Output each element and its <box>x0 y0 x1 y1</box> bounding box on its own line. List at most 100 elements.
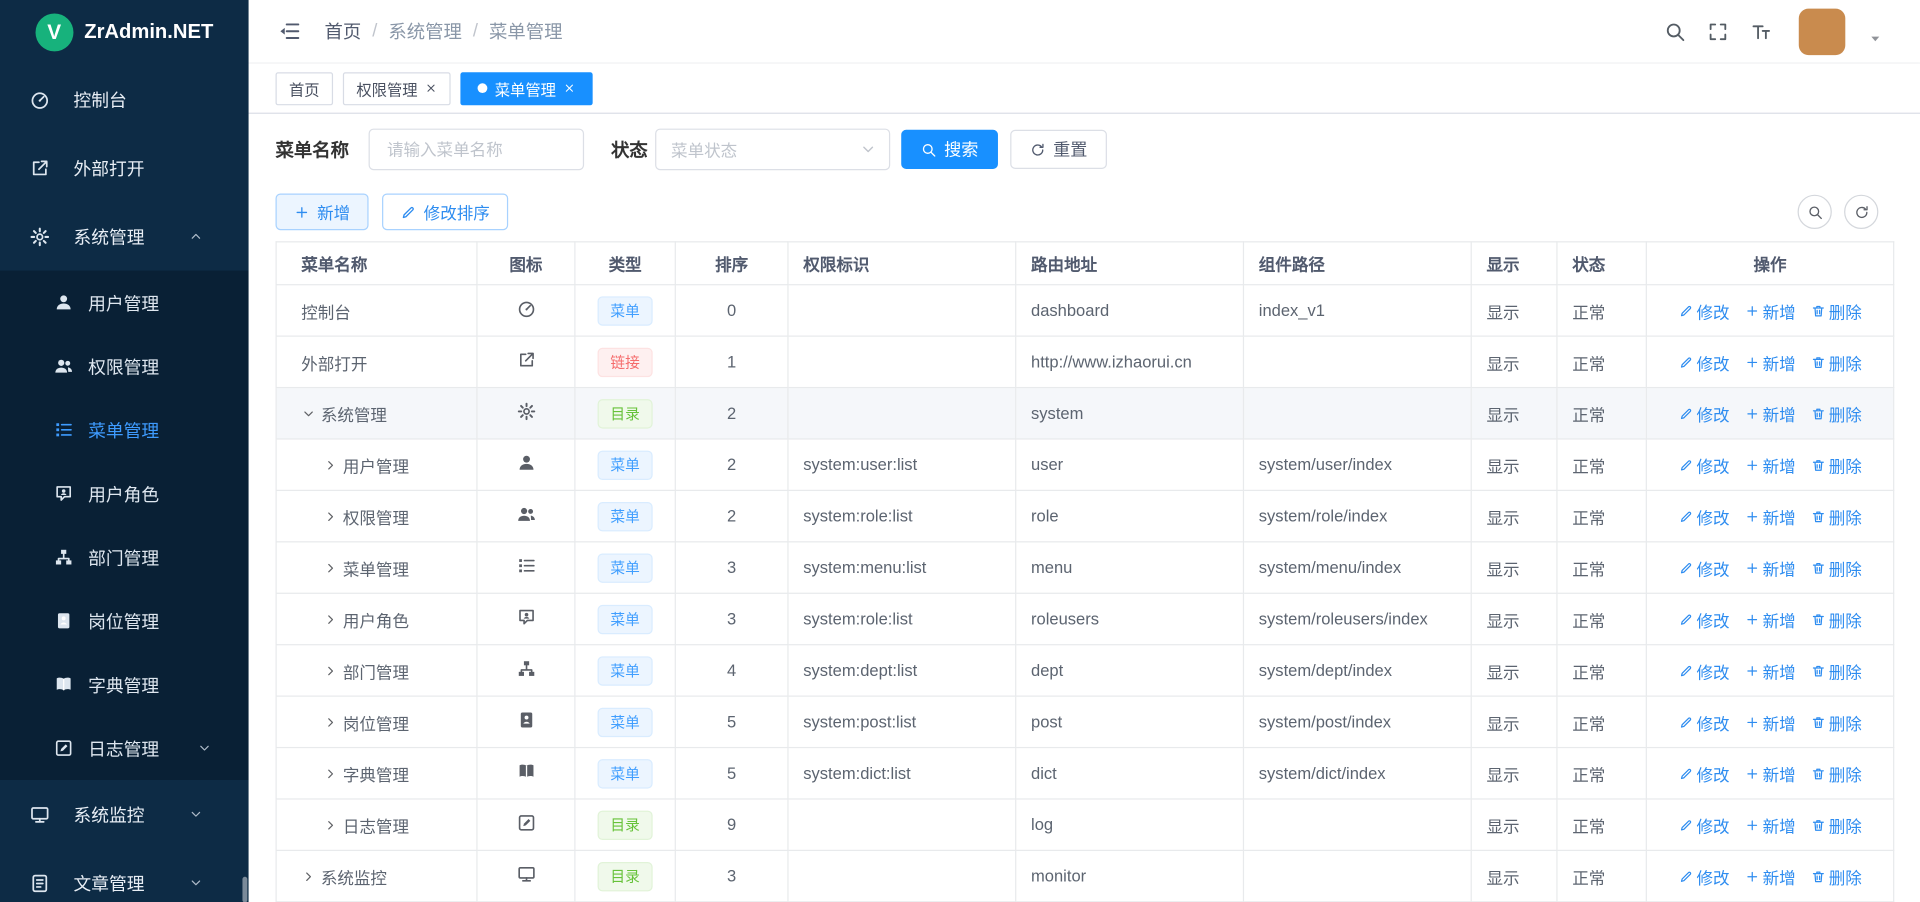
menu-table: 菜单名称图标类型排序权限标识路由地址组件路径显示状态操作 控制台菜单0dashb… <box>276 241 1894 902</box>
header-search-icon[interactable] <box>1664 20 1686 42</box>
add-row-button[interactable]: 新增 <box>1744 607 1795 631</box>
expand-row-icon[interactable] <box>323 663 338 678</box>
delete-row-button[interactable]: 删除 <box>1810 555 1861 579</box>
sidebar-item-dict-management[interactable]: 字典管理 <box>0 653 249 717</box>
expand-row-icon[interactable] <box>323 457 338 472</box>
menu-status: 正常 <box>1557 285 1646 336</box>
breadcrumb-item: 菜单管理 <box>489 18 562 44</box>
expand-row-icon[interactable] <box>323 509 338 524</box>
chevron-up-icon <box>189 229 204 244</box>
add-row-button[interactable]: 新增 <box>1744 812 1795 836</box>
delete-row-button[interactable]: 删除 <box>1810 607 1861 631</box>
delete-row-button[interactable]: 删除 <box>1810 864 1861 888</box>
sidebar-item-dashboard[interactable]: 控制台 <box>0 65 249 134</box>
expand-row-icon[interactable] <box>323 817 338 832</box>
tab-home[interactable]: 首页 <box>276 72 334 105</box>
sidebar-scrollbar[interactable] <box>242 877 247 902</box>
hamburger-icon[interactable] <box>278 20 301 43</box>
expand-row-icon[interactable] <box>323 766 338 781</box>
add-row-button[interactable]: 新增 <box>1744 761 1795 785</box>
tab-close-icon[interactable] <box>563 82 575 94</box>
menu-name: 字典管理 <box>343 761 409 785</box>
breadcrumb-item[interactable]: 首页 <box>324 18 361 44</box>
menu-type-tag: 菜单 <box>598 296 652 325</box>
add-row-button[interactable]: 新增 <box>1744 864 1795 888</box>
delete-row-button[interactable]: 删除 <box>1810 452 1861 476</box>
delete-row-button[interactable]: 删除 <box>1810 761 1861 785</box>
sidebar-item-user-role[interactable]: 用户角色 <box>0 462 249 526</box>
delete-row-button[interactable]: 删除 <box>1810 812 1861 836</box>
edit-row-button-label: 修改 <box>1697 761 1730 785</box>
edit-row-button[interactable]: 修改 <box>1678 298 1729 322</box>
status-select[interactable]: 菜单状态 <box>655 129 890 171</box>
edit-row-button[interactable]: 修改 <box>1678 607 1729 631</box>
add-row-button[interactable]: 新增 <box>1744 504 1795 528</box>
edit-row-button[interactable]: 修改 <box>1678 555 1729 579</box>
add-row-button[interactable]: 新增 <box>1744 710 1795 734</box>
row-actions: 修改新增删除 <box>1652 555 1888 579</box>
sidebar-item-external-open[interactable]: 外部打开 <box>0 133 249 202</box>
edit-row-button[interactable]: 修改 <box>1678 710 1729 734</box>
menu-path: post <box>1016 696 1244 747</box>
edit-row-button[interactable]: 修改 <box>1678 812 1729 836</box>
users-icon <box>54 356 74 376</box>
user-menu-caret-icon[interactable] <box>1867 30 1883 46</box>
delete-row-button[interactable]: 删除 <box>1810 401 1861 425</box>
sidebar-item-log-management[interactable]: 日志管理 <box>0 716 249 780</box>
delete-row-button[interactable]: 删除 <box>1810 710 1861 734</box>
app-logo[interactable]: V ZrAdmin.NET <box>0 0 249 65</box>
tab-menu-management[interactable]: 菜单管理 <box>460 72 592 105</box>
add-row-button[interactable]: 新增 <box>1744 401 1795 425</box>
sidebar-item-dept-management[interactable]: 部门管理 <box>0 525 249 589</box>
edit-row-button[interactable]: 修改 <box>1678 350 1729 374</box>
add-row-button[interactable]: 新增 <box>1744 658 1795 682</box>
delete-row-button[interactable]: 删除 <box>1810 658 1861 682</box>
sidebar-item-system-management[interactable]: 系统管理 <box>0 202 249 271</box>
font-size-icon[interactable] <box>1750 20 1772 42</box>
sidebar-item-label: 系统管理 <box>73 223 144 249</box>
logo-icon: V <box>35 13 73 51</box>
sidebar-item-system-monitor[interactable]: 系统监控 <box>0 780 249 849</box>
menu-visible: 显示 <box>1471 388 1557 439</box>
delete-row-button[interactable]: 删除 <box>1810 298 1861 322</box>
sidebar-item-role-management[interactable]: 权限管理 <box>0 334 249 398</box>
search-button[interactable]: 搜索 <box>901 130 998 169</box>
delete-row-button[interactable]: 删除 <box>1810 504 1861 528</box>
toggle-search-button[interactable] <box>1798 195 1832 229</box>
sort-button[interactable]: 修改排序 <box>382 193 508 230</box>
expand-row-icon[interactable] <box>301 869 316 884</box>
menu-type-cell: 链接 <box>575 336 675 387</box>
add-button[interactable]: 新增 <box>276 193 369 230</box>
badge-icon <box>516 710 536 730</box>
delete-row-button[interactable]: 删除 <box>1810 350 1861 374</box>
menu-name-input[interactable] <box>369 129 585 171</box>
expand-row-icon[interactable] <box>323 612 338 627</box>
edit-row-button[interactable]: 修改 <box>1678 761 1729 785</box>
add-row-button[interactable]: 新增 <box>1744 555 1795 579</box>
sidebar-item-post-management[interactable]: 岗位管理 <box>0 589 249 653</box>
edit-row-button[interactable]: 修改 <box>1678 504 1729 528</box>
tab-role-management[interactable]: 权限管理 <box>343 72 451 105</box>
collapse-row-icon[interactable] <box>301 406 316 421</box>
edit-row-button[interactable]: 修改 <box>1678 452 1729 476</box>
menu-name-cell: 权限管理 <box>276 490 477 541</box>
fullscreen-icon[interactable] <box>1707 20 1729 42</box>
sidebar-item-menu-management[interactable]: 菜单管理 <box>0 398 249 462</box>
edit-row-button[interactable]: 修改 <box>1678 401 1729 425</box>
row-actions: 修改新增删除 <box>1652 607 1888 631</box>
add-row-button[interactable]: 新增 <box>1744 452 1795 476</box>
add-row-button[interactable]: 新增 <box>1744 350 1795 374</box>
expand-row-icon[interactable] <box>323 560 338 575</box>
expand-row-icon[interactable] <box>323 714 338 729</box>
edit-row-button[interactable]: 修改 <box>1678 658 1729 682</box>
refresh-table-button[interactable] <box>1844 195 1878 229</box>
sidebar-item-article-management[interactable]: 文章管理 <box>0 849 249 902</box>
sidebar-item-user-management[interactable]: 用户管理 <box>0 271 249 335</box>
edit-row-button[interactable]: 修改 <box>1678 864 1729 888</box>
add-row-button[interactable]: 新增 <box>1744 298 1795 322</box>
delete-row-button-label: 删除 <box>1829 864 1862 888</box>
user-avatar[interactable] <box>1799 8 1846 55</box>
menu-name-input-field[interactable] <box>385 139 569 160</box>
tab-close-icon[interactable] <box>425 82 437 94</box>
reset-button[interactable]: 重置 <box>1010 130 1107 169</box>
